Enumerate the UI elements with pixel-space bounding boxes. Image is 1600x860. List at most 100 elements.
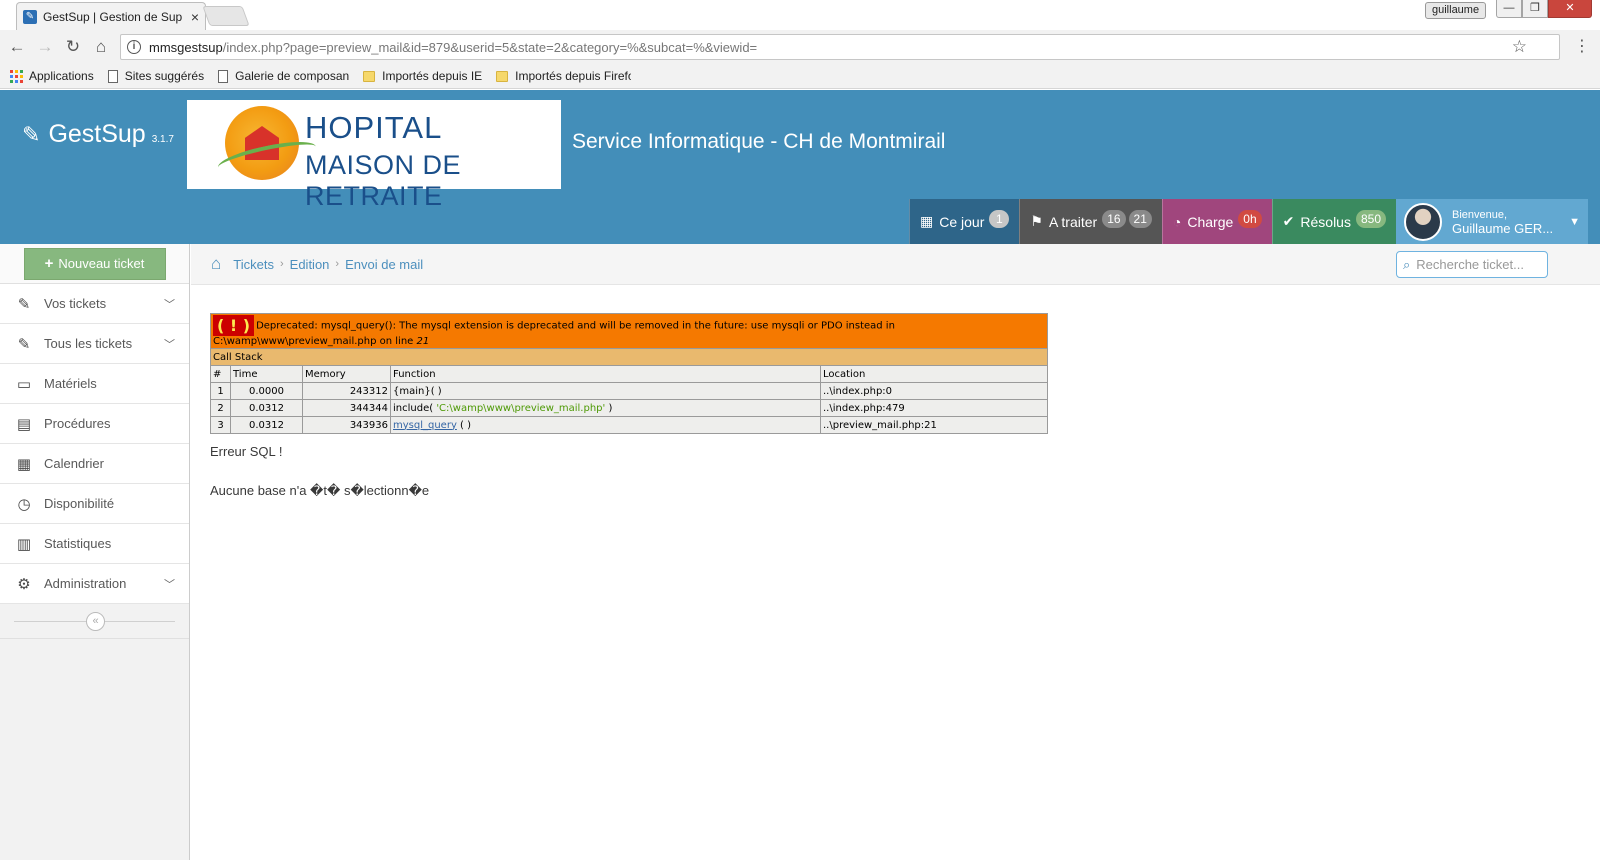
browser-toolbar: ← → ↻ ⌂ i mmsgestsup /index.php?page=pre…	[0, 30, 1600, 64]
cell-time: 0.0000	[230, 382, 303, 400]
sidebar-item-materiels[interactable]: ▭ Matériels	[0, 364, 189, 404]
back-button[interactable]: ←	[6, 37, 28, 57]
collapse-sidebar-icon[interactable]: «	[86, 612, 105, 631]
plus-icon: +	[44, 255, 54, 272]
sidebar-item-vos-tickets[interactable]: ✎ Vos tickets ﹀	[0, 284, 189, 324]
xdebug-line: 21	[416, 336, 430, 347]
close-window-button[interactable]: ✕	[1548, 0, 1592, 18]
book-icon: ▤	[16, 415, 32, 433]
bookmark-folder-ie[interactable]: Importés depuis IE	[363, 69, 482, 83]
bookmark-applications[interactable]: Applications	[10, 69, 94, 83]
bookmark-folder-firefox[interactable]: Importés depuis Firefo	[496, 69, 631, 83]
logo-line-2: MAISON DE RETRAITE	[305, 150, 462, 211]
warning-icon: ( ! )	[213, 315, 255, 336]
func-name: {main}( )	[393, 385, 442, 397]
desktop-icon: ▭	[16, 375, 32, 393]
breadcrumb-edition[interactable]: Edition	[290, 257, 330, 272]
forward-button[interactable]: →	[34, 37, 56, 57]
chevron-down-icon: ﹀	[164, 298, 175, 311]
maximize-button[interactable]: ❐	[1522, 0, 1548, 18]
stat-charge[interactable]: ◔ Charge 0h	[1161, 199, 1272, 244]
breadcrumb-envoi-de-mail[interactable]: Envoi de mail	[345, 257, 423, 272]
col-header: Location	[820, 365, 1048, 383]
func-arg: 'C:\wamp\www\preview_mail.php'	[436, 402, 606, 414]
col-header: #	[210, 365, 231, 383]
cell-memory: 344344	[302, 399, 391, 417]
breadcrumb-tickets[interactable]: Tickets	[233, 257, 274, 272]
brand[interactable]: ✎ GestSup 3.1.7	[22, 120, 174, 149]
bookmark-star-icon[interactable]: ☆	[1512, 37, 1527, 57]
table-row: 1 0.0000 243312 {main}( ) ..\index.php:0	[210, 382, 1048, 400]
cogs-icon: ⚙	[17, 575, 31, 593]
new-ticket-button[interactable]: + Nouveau ticket	[23, 247, 166, 280]
cell-function: {main}( )	[390, 382, 821, 400]
func-name: include(	[393, 402, 437, 414]
home-button[interactable]: ⌂	[90, 37, 112, 57]
xdebug-message-cell: ( ! ) Deprecated: mysql_query(): The mysq…	[210, 313, 1048, 349]
sidebar-item-label: Calendrier	[44, 456, 104, 471]
sidebar-item-disponibilite[interactable]: ◷ Disponibilité	[0, 484, 189, 524]
xdebug-callstack-row: Call Stack	[210, 348, 1048, 366]
sidebar-collapse-row: «	[0, 604, 189, 639]
tachometer-icon: ◔	[1172, 213, 1182, 230]
sidebar-item-tous-les-tickets[interactable]: ✎ Tous les tickets ﹀	[0, 324, 189, 364]
tab-close-icon[interactable]: ×	[191, 9, 199, 25]
cell-location: ..\preview_mail.php:21	[820, 416, 1048, 434]
cell-time: 0.0312	[230, 399, 303, 417]
stat-badge: 16	[1102, 209, 1126, 228]
xdebug-message: Deprecated: mysql_query(): The mysql ext…	[213, 320, 895, 348]
page-icon	[107, 69, 118, 83]
sidebar-item-administration[interactable]: ⚙ Administration ﹀	[0, 564, 189, 604]
stat-todo[interactable]: ⚑ A traiter 16 21	[1019, 199, 1162, 244]
minimize-button[interactable]: —	[1496, 0, 1522, 18]
company-logo: HOPITAL MAISON DE RETRAITE	[187, 100, 561, 211]
stat-label: Charge	[1187, 213, 1234, 230]
check-circle-icon: ✔	[1282, 213, 1295, 229]
sidebar-item-label: Vos tickets	[44, 296, 107, 311]
cell-function: include( 'C:\wamp\www\preview_mail.php' …	[390, 399, 821, 417]
browser-tab[interactable]: ✎ GestSup | Gestion de Sup ×	[16, 2, 206, 30]
sidebar-item-label: Disponibilité	[44, 496, 115, 511]
folder-icon	[363, 70, 376, 82]
info-icon[interactable]: i	[127, 40, 141, 54]
bookmark-galerie[interactable]: Galerie de composant	[218, 69, 349, 83]
bookmark-label: Sites suggérés	[124, 69, 205, 83]
browser-menu-icon[interactable]: ⋮	[1574, 36, 1590, 56]
brand-name: GestSup	[48, 120, 146, 148]
stat-badge: 850	[1355, 209, 1387, 228]
company-name: Service Informatique - CH de Montmirail	[572, 130, 946, 153]
sidebar: + Nouveau ticket ✎ Vos tickets ﹀ ✎ Tous …	[0, 244, 190, 860]
bookmark-label: Importés depuis Firefo	[515, 69, 632, 83]
user-name: Guillaume GER...	[1452, 220, 1554, 236]
stat-today[interactable]: ▦ Ce jour 1	[909, 199, 1020, 244]
sidebar-item-statistiques[interactable]: ▥ Statistiques	[0, 524, 189, 564]
apps-icon	[10, 69, 23, 83]
xdebug-column-headers: # Time Memory Function Location	[210, 365, 1048, 383]
sidebar-item-label: Matériels	[44, 376, 97, 391]
reload-button[interactable]: ↻	[62, 37, 84, 57]
bookmark-label: Applications	[29, 69, 94, 83]
profile-button[interactable]: guillaume	[1425, 2, 1487, 19]
sidebar-item-procedures[interactable]: ▤ Procédures	[0, 404, 189, 444]
address-bar[interactable]: i mmsgestsup /index.php?page=preview_mai…	[120, 34, 1560, 60]
page-icon	[218, 69, 229, 83]
ticket-icon: ✎	[17, 335, 31, 353]
flag-icon: ⚑	[1030, 213, 1043, 229]
search-input[interactable]: ⌕ Recherche ticket...	[1396, 251, 1548, 278]
bookmark-sites-suggeres[interactable]: Sites suggérés	[107, 69, 205, 83]
func-end: ( )	[456, 419, 472, 431]
home-icon[interactable]: ⌂	[211, 254, 221, 274]
sidebar-item-calendrier[interactable]: ▦ Calendrier	[0, 444, 189, 484]
sql-error-message: Aucune base n'a �t� s�lectionn�e	[210, 483, 430, 498]
caret-down-icon: ▼	[1569, 215, 1581, 228]
new-tab-button[interactable]	[202, 6, 250, 26]
url-path: /index.php?page=preview_mail&id=879&user…	[222, 39, 758, 55]
calendar-icon: ▦	[16, 455, 32, 473]
avatar	[1404, 202, 1443, 241]
mysql-query-doc-link[interactable]: mysql_query	[393, 420, 457, 431]
search-icon: ⌕	[1403, 256, 1411, 272]
stat-resolved[interactable]: ✔ Résolus 850	[1271, 199, 1397, 244]
user-menu[interactable]: Bienvenue, Guillaume GER... ▼	[1396, 199, 1589, 244]
cell-num: 1	[210, 382, 231, 400]
user-text: Bienvenue, Guillaume GER...	[1452, 208, 1569, 236]
